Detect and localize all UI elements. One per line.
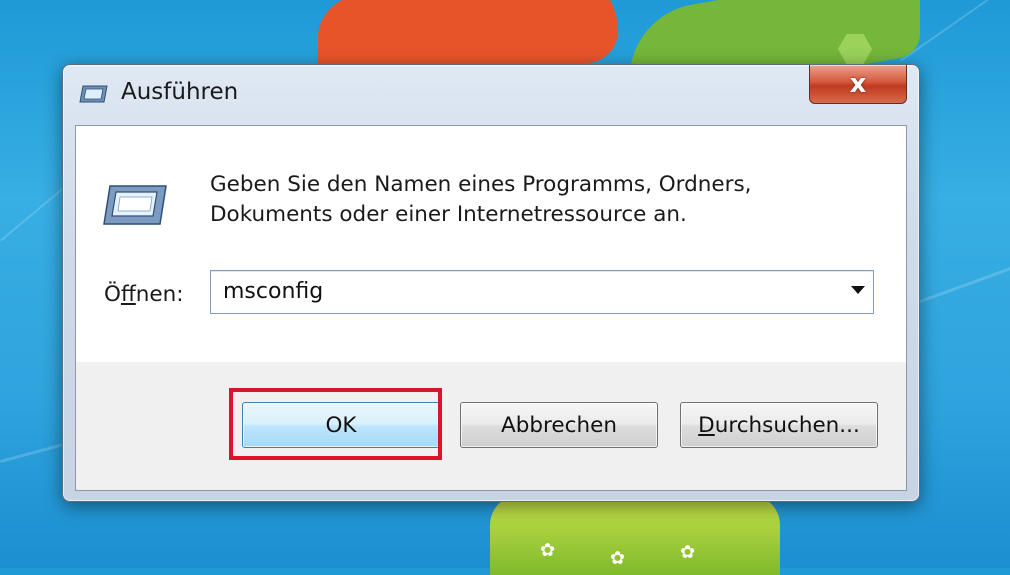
- cancel-button[interactable]: Abbrechen: [460, 402, 658, 448]
- ok-button[interactable]: OK: [242, 402, 440, 448]
- close-icon: x: [849, 69, 867, 99]
- browse-button[interactable]: Durchsuchen...: [680, 402, 878, 448]
- open-label-mnemonic: f: [120, 282, 136, 307]
- open-label-suffix: fnen:: [135, 282, 184, 307]
- description-line: Geben Sie den Namen eines Programms, Ord…: [210, 172, 752, 197]
- flower-icon: ✿: [540, 540, 556, 561]
- ok-button-label: OK: [325, 412, 357, 438]
- close-button[interactable]: x: [809, 65, 907, 104]
- open-label-prefix: Ö: [104, 282, 121, 307]
- open-combobox[interactable]: msconfig: [210, 270, 874, 314]
- dialog-titlebar[interactable]: Ausführen x: [63, 65, 919, 123]
- chevron-down-icon[interactable]: [851, 286, 865, 294]
- dialog-description: Geben Sie den Namen eines Programms, Ord…: [210, 170, 752, 230]
- open-field-label: Öffnen:: [104, 282, 184, 307]
- open-input[interactable]: msconfig: [223, 279, 323, 304]
- run-icon: [79, 85, 108, 103]
- dialog-body: Geben Sie den Namen eines Programms, Ord…: [75, 125, 907, 491]
- run-dialog: Ausführen x Geben Sie den Namen eines Pr…: [62, 64, 920, 502]
- dialog-title: Ausführen: [121, 79, 239, 105]
- wallpaper-grass: [490, 495, 780, 575]
- description-line: Dokuments oder einer Internetressource a…: [210, 202, 687, 227]
- flower-icon: ✿: [610, 548, 626, 569]
- browse-mnemonic: D: [698, 412, 715, 438]
- browse-button-label: Durchsuchen...: [698, 413, 860, 438]
- dialog-content-area: Geben Sie den Namen eines Programms, Ord…: [76, 126, 906, 362]
- browse-label-rest: urchsuchen...: [714, 412, 860, 438]
- cancel-button-label: Abbrechen: [501, 412, 617, 438]
- flower-icon: ✿: [680, 542, 696, 563]
- run-icon: [103, 185, 167, 225]
